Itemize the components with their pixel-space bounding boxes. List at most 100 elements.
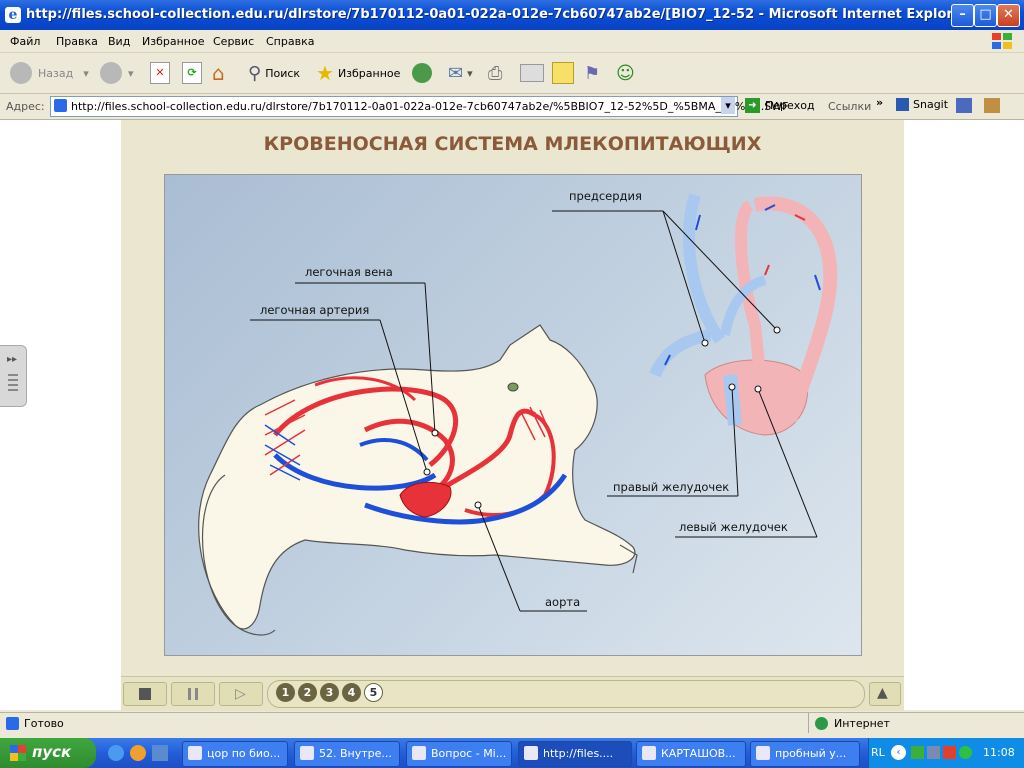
system-tray: RL ‹ 11:08	[868, 738, 1024, 768]
window-icon	[642, 746, 656, 760]
stop-icon: ✕	[150, 62, 170, 84]
stop-square-icon	[139, 688, 151, 700]
search-icon: ⚲	[248, 62, 262, 84]
snagit-button[interactable]: Snagit	[896, 98, 948, 111]
chevron-down-icon: ▾	[467, 66, 473, 80]
status-bar: Готово Интернет	[0, 712, 1024, 735]
go-button[interactable]: ➜ Переход	[745, 98, 815, 113]
task-label: КАРТАШОВ...	[661, 747, 736, 760]
edit-button[interactable]	[520, 59, 544, 87]
task-button[interactable]: пробный у...	[750, 741, 860, 767]
tray-alert-icon[interactable]	[943, 746, 956, 759]
task-button[interactable]: Вопрос - Mi...	[406, 741, 512, 767]
cat-eye	[507, 382, 519, 392]
back-button[interactable]: Назад ▾	[10, 59, 89, 87]
pause-button[interactable]	[171, 682, 215, 706]
address-bar: Адрес: http://files.school-collection.ed…	[0, 94, 1024, 120]
forward-arrow-icon	[100, 62, 122, 84]
address-input[interactable]: http://files.school-collection.edu.ru/dl…	[50, 96, 788, 117]
menu-help[interactable]: Справка	[266, 35, 314, 48]
note-button[interactable]	[552, 59, 574, 87]
star-icon: ★	[316, 61, 334, 85]
clipboard-icon[interactable]	[984, 98, 1000, 113]
media-quicklaunch-icon[interactable]	[130, 745, 146, 761]
history-icon	[412, 63, 432, 83]
window-icon	[412, 746, 426, 760]
messenger-button[interactable]: ☺	[616, 59, 635, 87]
desktop-quicklaunch-icon[interactable]	[152, 745, 168, 761]
stop-playback-button[interactable]	[123, 682, 167, 706]
circulation-diagram	[198, 193, 838, 636]
step-1-button[interactable]: 1	[276, 683, 295, 702]
label-left-ventricle: левый желудочек	[679, 520, 788, 534]
menu-edit[interactable]: Правка	[56, 35, 98, 48]
favorites-button[interactable]: ★ Избранное	[316, 59, 400, 87]
chevron-down-icon: ▾	[83, 66, 89, 80]
step-4-button[interactable]: 4	[342, 683, 361, 702]
page-icon	[6, 717, 19, 730]
close-button[interactable]: ✕	[997, 4, 1020, 27]
forward-button[interactable]: ▾	[100, 59, 134, 87]
print-button[interactable]: ⎙	[488, 59, 502, 87]
chevron-left-icon[interactable]: ‹	[891, 745, 906, 760]
snagit-label: Snagit	[913, 98, 949, 111]
pause-icon-bar	[195, 688, 198, 700]
edit-icon	[520, 64, 544, 82]
ie-icon	[524, 746, 538, 760]
task-button-active[interactable]: http://files....	[518, 741, 632, 767]
start-button[interactable]: пуск	[0, 738, 96, 768]
menu-view[interactable]: Вид	[108, 35, 130, 48]
mail-button[interactable]: ✉ ▾	[448, 59, 473, 87]
task-label: 52. Внутре...	[319, 747, 392, 760]
network-icon[interactable]	[927, 746, 940, 759]
capture-icon[interactable]	[956, 98, 972, 113]
menu-tools[interactable]: Сервис	[213, 35, 254, 48]
step-3-button[interactable]: 3	[320, 683, 339, 702]
label-pulmonary-artery: легочная артерия	[260, 303, 370, 317]
tray-app-icon[interactable]	[911, 746, 924, 759]
globe-icon	[815, 717, 828, 730]
step-2-button[interactable]: 2	[298, 683, 317, 702]
refresh-button[interactable]: ⟳	[182, 59, 202, 87]
task-label: Вопрос - Mi...	[431, 747, 507, 760]
menu-file[interactable]: Файл	[10, 35, 40, 48]
scroll-up-button[interactable]: ▲	[869, 682, 901, 706]
mail-icon: ✉	[448, 62, 464, 84]
menu-favorites[interactable]: Избранное	[142, 35, 204, 48]
search-button[interactable]: ⚲ Поиск	[248, 59, 300, 87]
stop-button[interactable]: ✕	[150, 59, 170, 87]
page-content: ▸▸ КРОВЕНОСНАЯ СИСТЕМА МЛЕКОПИТАЮЩИХ пре…	[0, 120, 1024, 711]
task-button[interactable]: КАРТАШОВ...	[636, 741, 746, 767]
play-button[interactable]: ▷	[219, 682, 263, 706]
note-icon	[552, 62, 574, 84]
chevron-right-icon[interactable]: »	[876, 96, 883, 109]
history-button[interactable]	[412, 59, 432, 87]
diagram-panel: предсердия легочная вена легочная артери…	[164, 174, 862, 656]
side-panel-tab[interactable]: ▸▸	[0, 345, 27, 407]
minimize-button[interactable]: –	[951, 4, 974, 27]
address-dropdown-icon[interactable]: ▾	[721, 97, 735, 114]
search-label: Поиск	[265, 66, 301, 80]
status-text: Готово	[24, 717, 64, 730]
triangle-up-icon: ▲	[877, 685, 888, 701]
window-icon	[188, 746, 202, 760]
tray-status-icon[interactable]	[959, 746, 972, 759]
task-button[interactable]: 52. Внутре...	[294, 741, 400, 767]
links-label[interactable]: Ссылки	[828, 100, 871, 113]
home-button[interactable]: ⌂	[212, 59, 225, 87]
ie-quicklaunch-icon[interactable]	[108, 745, 124, 761]
task-label: http://files....	[543, 747, 614, 760]
language-indicator[interactable]: RL	[871, 746, 885, 759]
snagit-icon	[896, 98, 909, 111]
flash-title: КРОВЕНОСНАЯ СИСТЕМА МЛЕКОПИТАЮЩИХ	[263, 133, 762, 155]
enlarged-heart	[649, 193, 838, 436]
maximize-button[interactable]: □	[974, 4, 997, 27]
research-icon: ⚑	[584, 62, 601, 84]
step-5-button[interactable]: 5	[364, 683, 383, 702]
research-button[interactable]: ⚑	[584, 59, 600, 87]
task-label: пробный у...	[775, 747, 847, 760]
task-button[interactable]: цор по био...	[182, 741, 288, 767]
label-atria: предсердия	[569, 189, 642, 203]
window-title-bar: e http://files.school-collection.edu.ru/…	[0, 0, 1024, 30]
clock[interactable]: 11:08	[983, 746, 1015, 759]
